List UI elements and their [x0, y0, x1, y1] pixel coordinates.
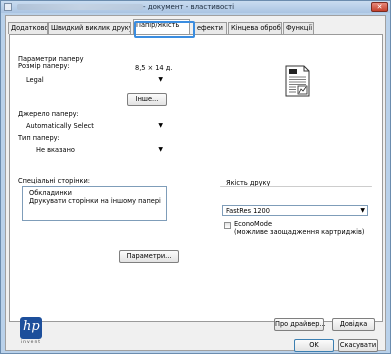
title-bar[interactable]: - документ - властивості ✕: [1, 1, 390, 13]
properties-window: - документ - властивості ✕ Додатково Шви…: [0, 0, 391, 354]
tab-features[interactable]: Функції: [283, 22, 314, 34]
paper-size-dimensions: 8,5 × 14 д.: [135, 64, 173, 72]
paper-source-select[interactable]: Automatically Select ▼: [22, 121, 165, 131]
window-title: - документ - властивості: [143, 3, 235, 11]
paper-size-label: Розмір паперу:: [18, 62, 70, 70]
dialog-client: Додатково Швидкий виклик друку Папір/Які…: [5, 15, 386, 352]
econo-mode-checkbox[interactable]: [224, 222, 231, 229]
hp-logo: hp: [20, 317, 42, 339]
econo-mode-label: EconoMode: [234, 220, 273, 228]
title-redacted: [17, 4, 143, 10]
econo-mode-note: (можливе заощадження картриджів): [234, 228, 365, 236]
chevron-down-icon: ▼: [158, 146, 163, 153]
paper-type-label: Тип паперу:: [18, 134, 60, 142]
printer-icon: [4, 3, 12, 11]
close-button[interactable]: ✕: [371, 2, 388, 12]
print-quality-value: FastRes 1200: [226, 207, 270, 215]
special-pages-label: Спеціальні сторінки:: [18, 177, 90, 185]
paper-source-label: Джерело паперу:: [18, 110, 79, 118]
special-pages-list[interactable]: Обкладинки Друкувати сторінки на іншому …: [22, 186, 167, 221]
paper-size-select[interactable]: Legal ▼: [22, 75, 165, 85]
chevron-down-icon: ▼: [158, 122, 163, 129]
list-item[interactable]: Друкувати сторінки на іншому папері: [29, 197, 161, 205]
tab-effects[interactable]: ефекти: [194, 22, 227, 34]
tab-finishing[interactable]: Кінцева обробка: [228, 22, 282, 34]
print-quality-select[interactable]: FastRes 1200 ▼: [222, 205, 368, 216]
logo-text: hp: [23, 319, 40, 334]
tab-printing-shortcuts[interactable]: Швидкий виклик друку: [48, 22, 131, 34]
chevron-down-icon: ▼: [360, 207, 365, 214]
cancel-button[interactable]: Скасувати: [338, 339, 378, 352]
paper-type-value: Не вказано: [36, 146, 75, 154]
paper-source-value: Automatically Select: [26, 122, 94, 130]
list-item[interactable]: Обкладинки: [29, 189, 72, 197]
ok-button[interactable]: OK: [294, 339, 334, 352]
special-pages-settings-button[interactable]: Параметри...: [119, 250, 179, 263]
paper-type-select[interactable]: Не вказано ▼: [22, 145, 165, 155]
about-button[interactable]: Про драйвер...: [274, 318, 326, 331]
logo-tagline: invent: [20, 340, 42, 345]
custom-size-button[interactable]: Інше...: [127, 93, 167, 106]
chevron-down-icon: ▼: [158, 76, 163, 83]
print-quality-group: [220, 186, 372, 187]
help-button[interactable]: Довідка: [332, 318, 375, 331]
tab-advanced[interactable]: Додатково: [8, 22, 48, 34]
paper-size-value: Legal: [26, 76, 44, 84]
tab-paper-quality[interactable]: Папір/Якість: [133, 19, 190, 34]
tab-strip: Додатково Швидкий виклик друку Папір/Які…: [8, 19, 384, 34]
tab-page-paper-quality: Параметри паперу Розмір паперу: 8,5 × 14…: [9, 34, 383, 322]
page-preview-icon: [285, 65, 310, 97]
